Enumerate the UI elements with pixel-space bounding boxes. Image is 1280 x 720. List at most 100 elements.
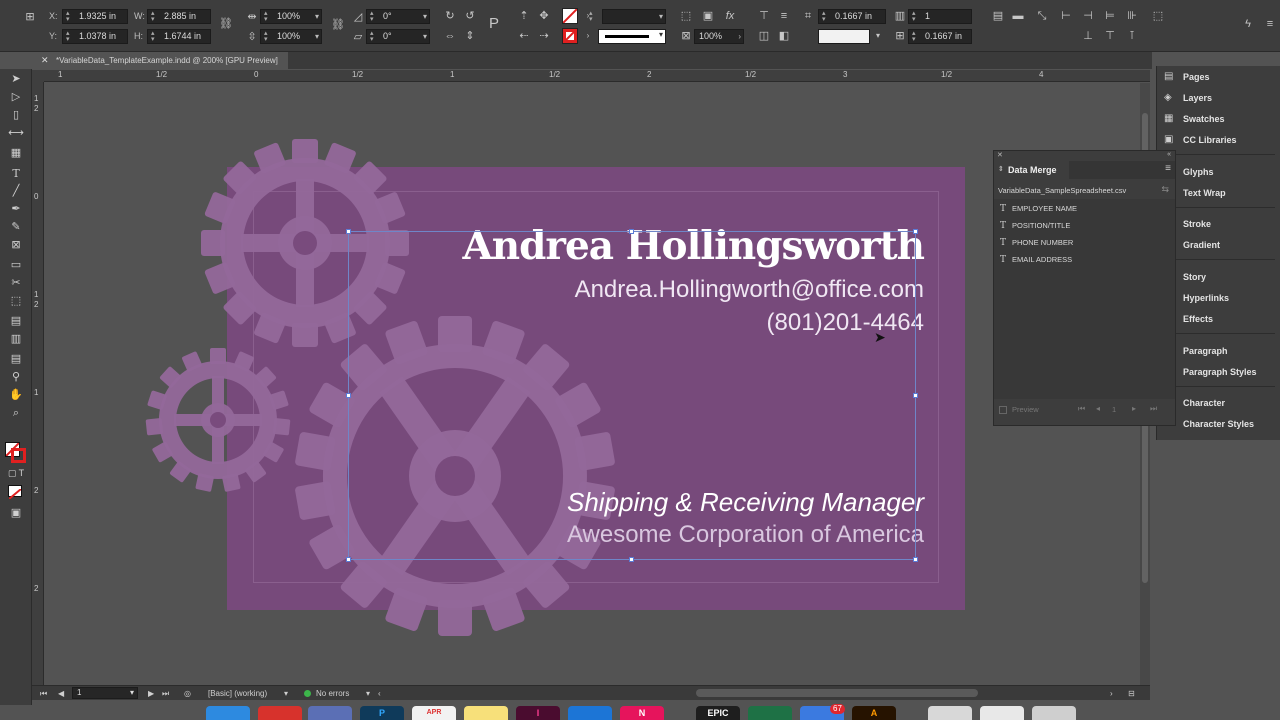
text-wrap-icon[interactable]: ◫ bbox=[756, 28, 772, 44]
panel-layers[interactable]: ◈ Layers bbox=[1157, 88, 1280, 108]
panel-swatches[interactable]: ▦ Swatches bbox=[1157, 109, 1280, 129]
stroke-weight-field[interactable]: ▴ ▾ ▾ bbox=[589, 9, 666, 24]
company-text[interactable]: Awesome Corporation of America bbox=[567, 521, 924, 549]
align-left-edges-icon[interactable]: ⊢ bbox=[1058, 8, 1074, 24]
gears-graphic[interactable] bbox=[44, 83, 1150, 685]
scale-y-field[interactable]: ▴ ▾ 100% ▾ bbox=[260, 29, 322, 44]
selection-tool-icon[interactable]: ➤ bbox=[6, 71, 26, 88]
eyedropper-tool-icon[interactable]: ⚲ bbox=[6, 369, 26, 386]
fill-swatch[interactable] bbox=[562, 8, 578, 24]
gradient-swatch-tool-icon[interactable]: ▤ bbox=[6, 313, 26, 330]
reference-point-icon[interactable]: ⊞ bbox=[22, 9, 38, 25]
panel-cc-libraries[interactable]: ▣ CC Libraries bbox=[1157, 130, 1280, 150]
panel-collapse-icon[interactable]: « bbox=[1167, 151, 1171, 158]
stroke-weight-field-1[interactable]: ▴ ▾ 0.1667 in bbox=[818, 9, 886, 24]
gap-tool-icon[interactable]: ⟷ bbox=[6, 125, 26, 142]
rotate-ccw-icon[interactable]: ↺ bbox=[462, 8, 478, 24]
employee-name-text[interactable]: Andrea Hollingsworth bbox=[463, 223, 925, 269]
formatting-affects-container-icon[interactable]: ▢ T bbox=[6, 465, 26, 482]
stroke-type-dropdown[interactable]: ▾ bbox=[598, 29, 666, 44]
first-page-icon[interactable]: ⏮ bbox=[40, 687, 47, 700]
direct-selection-tool-icon[interactable]: ▷ bbox=[6, 89, 26, 106]
next-record-icon[interactable]: ▸ bbox=[1132, 404, 1136, 413]
horizontal-ruler[interactable]: 1 1/2 0 1/2 1 1/2 2 1/2 3 1/2 4 bbox=[44, 70, 1150, 82]
data-field-item[interactable]: T EMPLOYEE NAME bbox=[1000, 201, 1077, 217]
panel-close-icon[interactable]: ✕ bbox=[997, 151, 1003, 159]
pen-tool-icon[interactable]: ✒ bbox=[6, 201, 26, 218]
phone-text[interactable]: (801)201-4464 bbox=[767, 309, 924, 337]
last-page-icon[interactable]: ⏭ bbox=[162, 687, 169, 700]
vertical-justify-icon[interactable]: ▬ bbox=[1010, 8, 1026, 24]
downloads-app-icon[interactable] bbox=[980, 706, 1024, 720]
columns-field[interactable]: ▴ ▾ 1 bbox=[908, 9, 972, 24]
data-field-item[interactable]: T EMAIL ADDRESS bbox=[1000, 252, 1072, 268]
auto-fit-icon[interactable]: ⌗ bbox=[800, 8, 816, 24]
browser-app-icon[interactable] bbox=[308, 706, 352, 720]
style-dropdown-icon[interactable]: ▾ bbox=[870, 28, 886, 44]
next-page-icon[interactable]: ▶ bbox=[148, 687, 154, 700]
panel-pages[interactable]: ▤ Pages bbox=[1157, 67, 1280, 87]
resize-handle[interactable] bbox=[346, 557, 351, 562]
document-tab[interactable]: ✕ *VariableData_TemplateExample.indd @ 2… bbox=[32, 52, 288, 69]
fill-menu-icon[interactable]: › bbox=[580, 8, 596, 24]
align-center-icon[interactable]: ≡ bbox=[776, 8, 792, 24]
email-text[interactable]: Andrea.Hollingworth@office.com bbox=[575, 276, 924, 304]
flip-horizontal-icon[interactable]: ⇔ bbox=[442, 28, 458, 44]
pencil-tool-icon[interactable]: ✎ bbox=[6, 219, 26, 236]
prev-page-icon[interactable]: ◀ bbox=[58, 687, 64, 700]
zoom-tool-icon[interactable]: ⌕ bbox=[6, 405, 26, 422]
shear-field[interactable]: ▴ ▾ 0° ▾ bbox=[366, 29, 430, 44]
free-transform-tool-icon[interactable]: ⬚ bbox=[6, 293, 26, 310]
select-container-icon[interactable]: ⇡ bbox=[516, 8, 532, 24]
chrome-app-icon[interactable] bbox=[258, 706, 302, 720]
note-tool-icon[interactable]: ▤ bbox=[6, 351, 26, 368]
stroke-color-icon[interactable] bbox=[11, 448, 26, 463]
select-next-icon[interactable]: ⇢ bbox=[536, 28, 552, 44]
rotate-cw-icon[interactable]: ↻ bbox=[442, 8, 458, 24]
content-collector-icon[interactable]: ▦ bbox=[6, 145, 26, 162]
scroll-left-icon[interactable]: ‹ bbox=[378, 687, 381, 700]
data-field-item[interactable]: T POSITION/TITLE bbox=[1000, 218, 1070, 234]
ruler-origin[interactable] bbox=[32, 70, 44, 82]
scale-x-field[interactable]: ▴ ▾ 100% ▾ bbox=[260, 9, 322, 24]
trash-app-icon[interactable] bbox=[1032, 706, 1076, 720]
y-field[interactable]: ▴ ▾ 1.0378 in bbox=[62, 29, 128, 44]
opacity-field[interactable]: 100% › bbox=[694, 29, 744, 44]
vertical-ruler[interactable]: 1 2 0 1 2 1 2 2 bbox=[32, 82, 44, 686]
document-canvas[interactable]: Andrea Hollingsworth Andrea.Hollingworth… bbox=[44, 83, 1150, 685]
style-preview-box[interactable] bbox=[818, 29, 870, 44]
calendar-app-icon[interactable]: APR bbox=[412, 706, 456, 720]
screen-mode-icon[interactable]: ▣ bbox=[6, 505, 26, 522]
lightning-icon[interactable]: ϟ bbox=[1240, 16, 1256, 32]
indesign-app-icon[interactable]: I bbox=[516, 706, 560, 720]
x-field[interactable]: ▴ ▾ 1.9325 in bbox=[62, 9, 128, 24]
errors-menu-icon[interactable]: ▾ bbox=[366, 687, 370, 700]
flip-vertical-icon[interactable]: ⇕ bbox=[462, 28, 478, 44]
fit-content-icon[interactable]: ▣ bbox=[700, 8, 716, 24]
data-field-item[interactable]: T PHONE NUMBER bbox=[1000, 235, 1073, 251]
rotation-field[interactable]: ▴ ▾ 0° ▾ bbox=[366, 9, 430, 24]
document-app-icon[interactable] bbox=[928, 706, 972, 720]
align-right-edges-icon[interactable]: ⊨ bbox=[1102, 8, 1118, 24]
preflight-profile[interactable]: [Basic] (working) bbox=[208, 687, 267, 700]
control-menu-icon[interactable]: ≡ bbox=[1262, 16, 1278, 32]
resize-handle[interactable] bbox=[629, 557, 634, 562]
align-hcenter-icon[interactable]: ⊣ bbox=[1080, 8, 1096, 24]
scissors-tool-icon[interactable]: ✂ bbox=[6, 275, 26, 292]
split-layout-icon[interactable]: ⊟ bbox=[1128, 687, 1135, 700]
select-previous-icon[interactable]: ⇠ bbox=[516, 28, 532, 44]
illustrator-app-icon[interactable]: A bbox=[852, 706, 896, 720]
first-record-icon[interactable]: ⏮ bbox=[1078, 404, 1085, 414]
resize-handle[interactable] bbox=[346, 229, 351, 234]
align-bottom-edges-icon[interactable]: ⊺ bbox=[1124, 28, 1140, 44]
notes-app-icon[interactable] bbox=[464, 706, 508, 720]
preflight-icon[interactable]: ◎ bbox=[184, 687, 191, 700]
resize-handle[interactable] bbox=[913, 393, 918, 398]
constrain-proportions-icon[interactable]: ⛓ bbox=[218, 16, 234, 32]
spreadsheet-app-icon[interactable] bbox=[748, 706, 792, 720]
justify-icon[interactable]: ▤ bbox=[990, 8, 1006, 24]
close-tab-icon[interactable]: ✕ bbox=[41, 52, 49, 69]
finder-app-icon[interactable] bbox=[206, 706, 250, 720]
transform-icon[interactable]: ⤡ bbox=[1034, 8, 1050, 24]
last-record-icon[interactable]: ⏭ bbox=[1150, 404, 1157, 414]
